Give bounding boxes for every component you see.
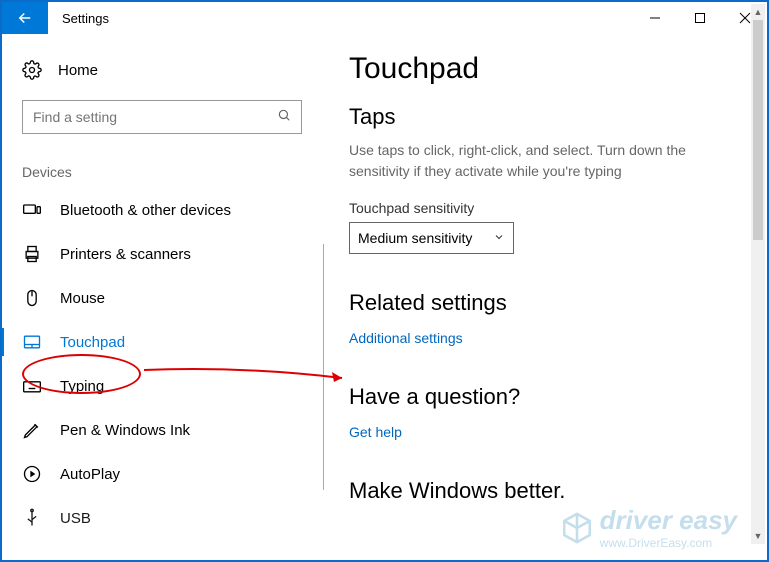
scroll-down-icon[interactable]: ▼ xyxy=(751,528,765,544)
sensitivity-dropdown[interactable]: Medium sensitivity xyxy=(349,222,514,254)
better-heading: Make Windows better. xyxy=(349,478,747,504)
close-icon xyxy=(739,12,751,24)
scroll-thumb[interactable] xyxy=(753,20,763,240)
usb-icon xyxy=(22,508,42,528)
mouse-icon xyxy=(22,288,42,308)
keyboard-icon xyxy=(22,376,42,396)
nav-item-pen[interactable]: Pen & Windows Ink xyxy=(2,408,322,452)
search-icon xyxy=(277,108,291,127)
dropdown-value: Medium sensitivity xyxy=(358,230,472,246)
right-pane: Touchpad Taps Use taps to click, right-c… xyxy=(322,34,767,560)
window-controls xyxy=(632,2,767,34)
nav-item-touchpad[interactable]: Touchpad xyxy=(2,320,322,364)
nav-label: Touchpad xyxy=(60,334,125,351)
nav-label: Typing xyxy=(60,378,104,395)
additional-settings-link[interactable]: Additional settings xyxy=(349,330,463,346)
search-input[interactable] xyxy=(33,109,277,125)
minimize-icon xyxy=(649,12,661,24)
taps-heading: Taps xyxy=(349,104,747,130)
nav-label: Mouse xyxy=(60,290,105,307)
related-heading: Related settings xyxy=(349,290,747,316)
search-box[interactable] xyxy=(22,100,302,134)
back-button[interactable] xyxy=(2,2,48,34)
window-title: Settings xyxy=(48,2,632,34)
nav-label: Pen & Windows Ink xyxy=(60,422,190,439)
nav-label: USB xyxy=(60,510,91,527)
titlebar: Settings xyxy=(2,2,767,34)
nav-item-typing[interactable]: Typing xyxy=(2,364,322,408)
arrow-left-icon xyxy=(16,9,34,27)
page-title: Touchpad xyxy=(349,52,747,86)
pen-icon xyxy=(22,420,42,440)
maximize-icon xyxy=(694,12,706,24)
pane-divider xyxy=(323,244,324,490)
nav-item-bluetooth[interactable]: Bluetooth & other devices xyxy=(2,188,322,232)
devices-icon xyxy=(22,200,42,220)
home-button[interactable]: Home xyxy=(2,52,322,88)
nav-item-printers[interactable]: Printers & scanners xyxy=(2,232,322,276)
nav-label: Printers & scanners xyxy=(60,246,191,263)
category-label: Devices xyxy=(2,134,322,188)
sensitivity-label: Touchpad sensitivity xyxy=(349,200,747,216)
gear-icon xyxy=(22,60,42,80)
search-container xyxy=(2,88,322,134)
window-body: Home Devices Bluetooth & other devices xyxy=(2,34,767,560)
settings-window: Settings Home xyxy=(0,0,769,562)
nav-list: Bluetooth & other devices Printers & sca… xyxy=(2,188,322,540)
question-heading: Have a question? xyxy=(349,384,747,410)
printer-icon xyxy=(22,244,42,264)
nav-label: Bluetooth & other devices xyxy=(60,202,231,219)
minimize-button[interactable] xyxy=(632,2,677,34)
chevron-down-icon xyxy=(493,230,505,246)
taps-description: Use taps to click, right-click, and sele… xyxy=(349,140,709,182)
nav-item-usb[interactable]: USB xyxy=(2,496,322,540)
scroll-up-icon[interactable]: ▲ xyxy=(751,4,765,20)
touchpad-icon xyxy=(22,332,42,352)
nav-item-mouse[interactable]: Mouse xyxy=(2,276,322,320)
vertical-scrollbar[interactable]: ▲ ▼ xyxy=(751,4,765,544)
maximize-button[interactable] xyxy=(677,2,722,34)
autoplay-icon xyxy=(22,464,42,484)
get-help-link[interactable]: Get help xyxy=(349,424,402,440)
left-pane: Home Devices Bluetooth & other devices xyxy=(2,34,322,560)
nav-item-autoplay[interactable]: AutoPlay xyxy=(2,452,322,496)
nav-label: AutoPlay xyxy=(60,466,120,483)
home-label: Home xyxy=(58,62,98,79)
